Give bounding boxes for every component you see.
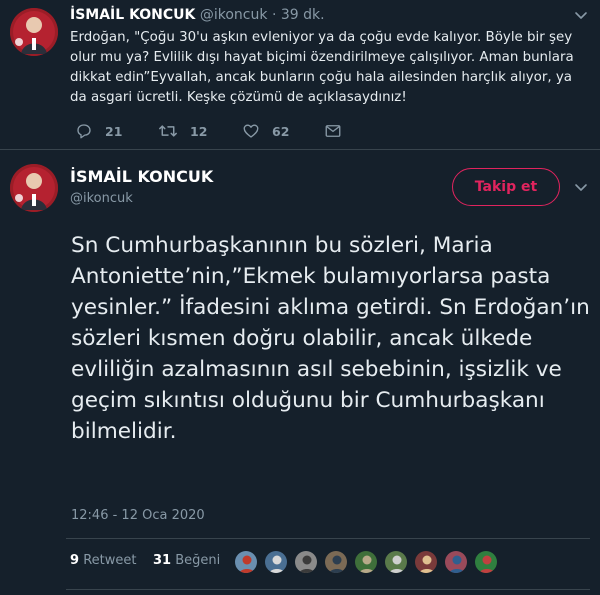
liker-avatar[interactable] xyxy=(324,550,348,574)
handle[interactable]: @ikoncuk xyxy=(70,191,133,206)
avatar[interactable] xyxy=(10,164,58,212)
reply-icon xyxy=(77,124,91,139)
display-name[interactable]: İSMAİL KONCUK xyxy=(70,167,213,186)
retweet-count: 9 xyxy=(70,553,80,568)
tweet-previous[interactable]: İSMAİL KONCUK @ikoncuk · 39 dk. Erdoğan,… xyxy=(0,0,600,150)
display-name[interactable]: İSMAİL KONCUK xyxy=(70,7,195,23)
retweets-stat[interactable]: 9 Retweet xyxy=(70,553,136,568)
reply-count: 21 xyxy=(105,123,123,139)
liker-avatar[interactable] xyxy=(474,550,498,574)
separator: · xyxy=(271,7,277,23)
timestamp[interactable]: 12:46 - 12 Oca 2020 xyxy=(71,508,205,523)
divider xyxy=(66,538,590,539)
like-count: 31 xyxy=(153,553,172,568)
retweet-count: 12 xyxy=(190,123,208,139)
tweet-stats: 9 Retweet 31 Beğeni xyxy=(70,553,220,568)
handle[interactable]: @ikoncuk xyxy=(200,7,268,23)
time-ago[interactable]: 39 dk. xyxy=(281,7,325,23)
likes-stat[interactable]: 31 Beğeni xyxy=(153,553,220,568)
chevron-down-icon[interactable] xyxy=(574,8,588,22)
reply-button[interactable]: 21 xyxy=(75,122,122,140)
liker-avatar[interactable] xyxy=(294,550,318,574)
liker-avatar[interactable] xyxy=(414,550,438,574)
direct-message-button[interactable] xyxy=(324,122,354,140)
liker-avatar[interactable] xyxy=(264,550,288,574)
like-button[interactable]: 62 xyxy=(242,122,289,140)
follow-button[interactable]: Takip et xyxy=(452,168,560,206)
heart-icon xyxy=(243,124,259,138)
liker-avatar[interactable] xyxy=(354,550,378,574)
tweet-header: İSMAİL KONCUK @ikoncuk · 39 dk. xyxy=(70,7,325,23)
chevron-down-icon[interactable] xyxy=(574,180,588,194)
avatar[interactable] xyxy=(10,8,58,56)
envelope-icon xyxy=(325,125,341,137)
like-count: 62 xyxy=(272,123,290,139)
divider xyxy=(66,589,590,590)
retweet-label: Retweet xyxy=(83,553,137,568)
tweet-text: Erdoğan, "Çoğu 30'u aşkın evleniyor ya d… xyxy=(70,30,574,105)
liker-avatar[interactable] xyxy=(384,550,408,574)
like-label: Beğeni xyxy=(175,553,221,568)
liker-avatar[interactable] xyxy=(444,550,468,574)
tweet-text: Sn Cumhurbaşkanının bu sözleri, Maria An… xyxy=(71,233,590,444)
retweet-icon xyxy=(159,125,177,137)
retweet-button[interactable]: 12 xyxy=(158,122,207,140)
liker-avatar[interactable] xyxy=(234,550,258,574)
